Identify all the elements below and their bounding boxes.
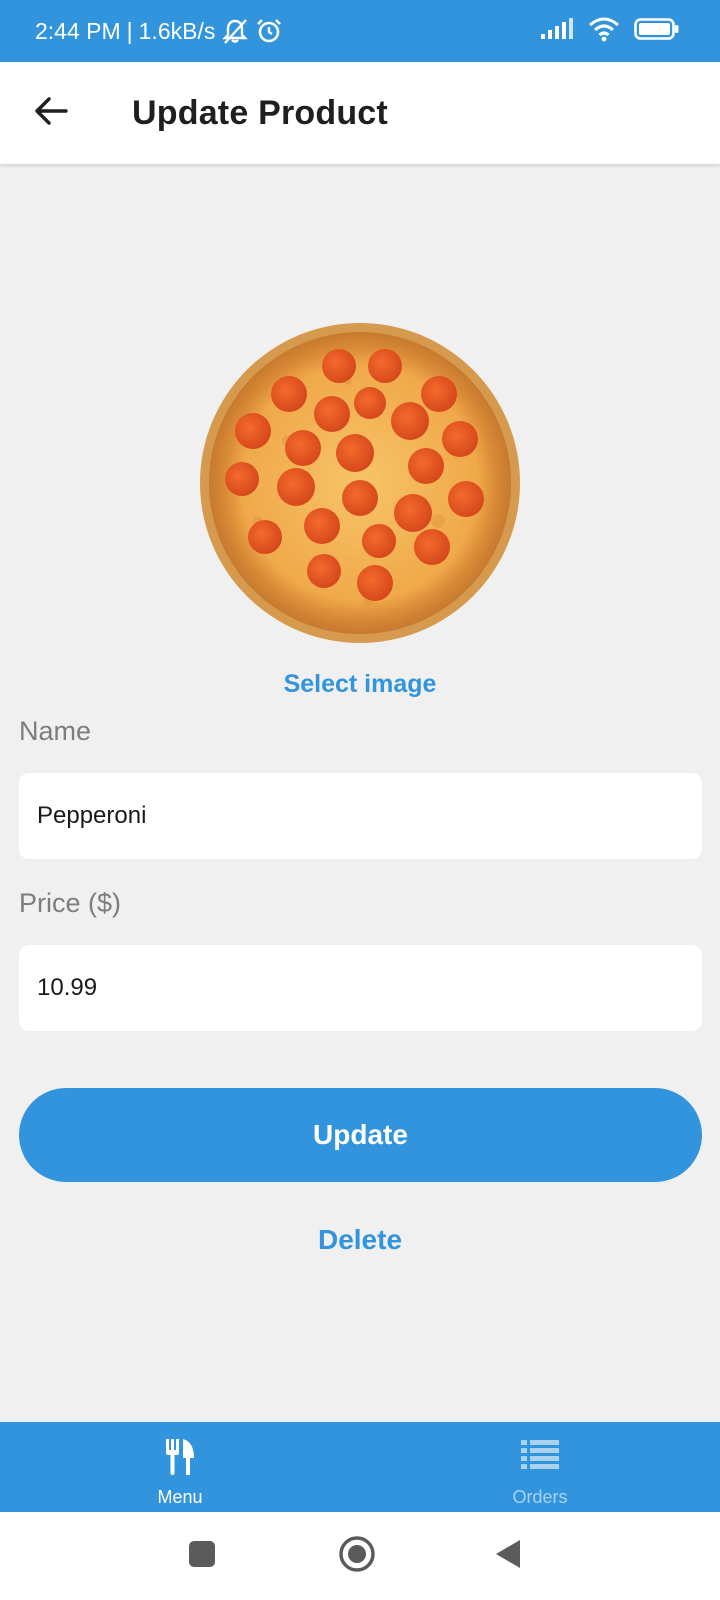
tab-menu[interactable]: Menu [0, 1422, 360, 1512]
back-button[interactable] [24, 88, 78, 138]
list-icon [521, 1438, 559, 1477]
status-time: 2:44 PM [35, 17, 121, 44]
page-title: Update Product [132, 94, 388, 132]
delete-button[interactable]: Delete [0, 1224, 720, 1256]
tab-menu-label: Menu [157, 1487, 203, 1507]
status-net-speed: 1.6kB/s [138, 17, 216, 44]
wifi-icon [588, 16, 620, 47]
price-label: Price ($) [19, 888, 122, 918]
status-bar: 2:44 PM | 1.6kB/s [0, 0, 720, 62]
system-nav-bar [0, 1512, 720, 1600]
product-image [198, 321, 522, 645]
battery-icon [634, 17, 680, 46]
price-input[interactable] [19, 945, 702, 1031]
mute-notifications-icon [221, 17, 249, 45]
status-separator: | [126, 17, 133, 44]
recents-button[interactable] [178, 1532, 226, 1580]
home-circle-icon [338, 1535, 376, 1578]
fork-knife-icon [164, 1438, 196, 1481]
recents-square-icon [188, 1540, 216, 1573]
status-right [540, 0, 680, 62]
tab-orders[interactable]: Orders [360, 1422, 720, 1512]
app-bar: Update Product [0, 62, 720, 164]
arrow-left-icon [34, 96, 68, 131]
update-button[interactable]: Update [19, 1088, 702, 1182]
name-input[interactable] [19, 773, 702, 859]
alarm-icon [255, 17, 283, 45]
bottom-tab-bar: Menu Orders [0, 1422, 720, 1512]
signal-icon [540, 17, 574, 45]
tab-orders-label: Orders [512, 1487, 568, 1507]
status-left: 2:44 PM | 1.6kB/s [35, 0, 283, 62]
name-label: Name [19, 716, 92, 746]
back-triangle-icon [494, 1539, 522, 1574]
system-back-button[interactable] [484, 1532, 532, 1580]
select-image-button[interactable]: Select image [0, 670, 720, 699]
pepperoni-pizza-image [200, 323, 520, 643]
home-button[interactable] [333, 1532, 381, 1580]
